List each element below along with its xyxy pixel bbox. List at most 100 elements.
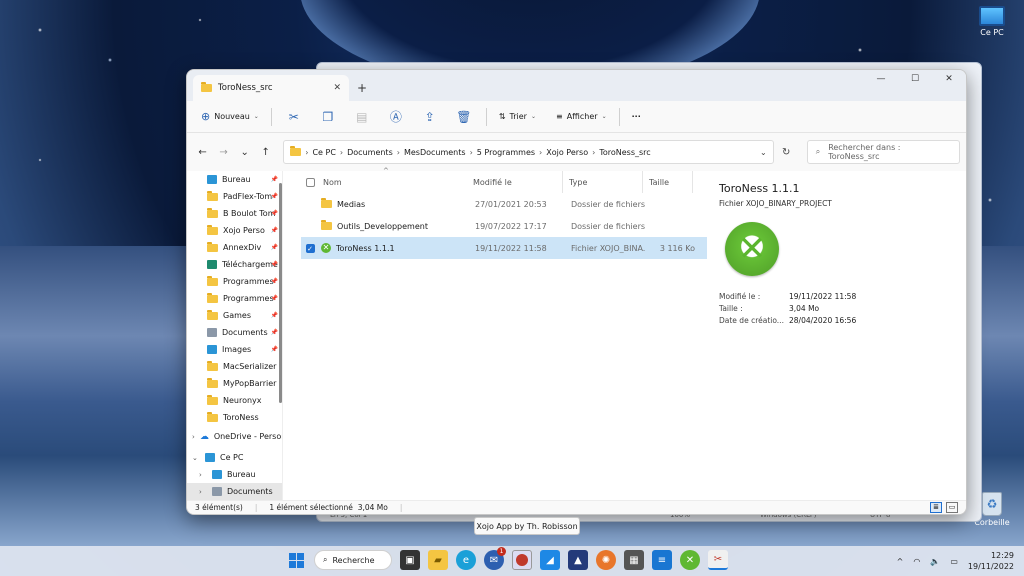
file-row[interactable]: Medias 27/01/2021 20:53 Dossier de fichier…: [301, 193, 707, 215]
xojo-app-icon[interactable]: [512, 550, 532, 570]
breadcrumb-item[interactable]: Xojo Perso: [546, 148, 588, 157]
new-tab-button[interactable]: +: [349, 75, 375, 101]
tab-toroness-src[interactable]: ToroNess_src ✕: [193, 75, 349, 101]
search-icon: ⌕: [815, 147, 821, 156]
share-button[interactable]: ⇪: [414, 105, 446, 129]
photos-icon[interactable]: ◢: [540, 550, 560, 570]
row-checkbox[interactable]: ✓: [301, 243, 319, 253]
tab-title: ToroNess_src: [218, 83, 273, 93]
breadcrumb-item[interactable]: Documents: [347, 148, 393, 157]
sidebar-item[interactable]: B Boulot Tom 📌: [187, 205, 282, 222]
maximize-button[interactable]: ☐: [898, 70, 932, 88]
chevron-up-icon[interactable]: ^: [897, 557, 904, 566]
file-explorer-icon[interactable]: ▰: [428, 550, 448, 570]
sidebar-item[interactable]: MyPopBarrier: [187, 375, 282, 392]
speaker-icon[interactable]: 🔈: [930, 557, 940, 566]
presentation-icon[interactable]: ▲: [568, 550, 588, 570]
up-button[interactable]: ↑: [256, 142, 275, 162]
taskbar: ⌕ Recherche ▣ ▰ e ✉ 1 ◢ ▲ ✺ ▦ ≡ ✕ ✂ ^ ◠ 🔈…: [0, 546, 1024, 576]
thunderbird-icon[interactable]: ✉ 1: [484, 547, 506, 570]
edge-icon[interactable]: e: [456, 550, 476, 570]
paste-button[interactable]: ▤: [346, 105, 378, 129]
address-bar[interactable]: › Ce PC › Documents › MesDocuments › 5 P…: [283, 140, 774, 164]
sidebar-item[interactable]: Games 📌: [187, 307, 282, 324]
clock[interactable]: 12:29 19/11/2022: [968, 550, 1014, 572]
forward-button[interactable]: →: [214, 142, 233, 162]
rename-button[interactable]: Ⓐ: [380, 105, 412, 129]
breadcrumb-item[interactable]: 5 Programmes: [477, 148, 535, 157]
start-button[interactable]: [286, 550, 306, 570]
file-type: Fichier XOJO_BINA...: [571, 243, 645, 253]
sidebar-item[interactable]: PadFlex-Tom 📌: [187, 188, 282, 205]
breadcrumb-item[interactable]: ToroNess_src: [599, 148, 650, 157]
notepad-icon[interactable]: ≡: [652, 550, 672, 570]
column-header-name[interactable]: Nom: [319, 178, 342, 187]
sidebar-item[interactable]: › Bureau: [187, 466, 282, 483]
breadcrumb-item[interactable]: Ce PC: [312, 148, 335, 157]
sidebar-item[interactable]: Xojo Perso 📌: [187, 222, 282, 239]
sidebar-item[interactable]: Téléchargeme 📌: [187, 256, 282, 273]
sidebar-item[interactable]: Bureau 📌: [187, 171, 282, 188]
sidebar-scrollbar[interactable]: [279, 183, 282, 403]
sidebar-item-label: Neuronyx: [223, 396, 262, 405]
details-view-button[interactable]: ≣: [930, 502, 942, 513]
sidebar-item[interactable]: AnnexDiv 📌: [187, 239, 282, 256]
delete-button[interactable]: 🗑: [448, 105, 480, 129]
back-button[interactable]: ←: [193, 142, 212, 162]
xojo-icon[interactable]: ✕: [680, 550, 700, 570]
refresh-button[interactable]: ↻: [776, 141, 797, 163]
recent-locations-button[interactable]: ⌄: [235, 142, 254, 162]
file-row[interactable]: ✓ ✕ ToroNess 1.1.1 19/11/2022 11:58 Fichier …: [301, 237, 707, 259]
sidebar-item[interactable]: › Documents: [187, 483, 282, 500]
rename-icon: Ⓐ: [389, 110, 402, 124]
tiles-view-button[interactable]: ▭: [946, 502, 958, 513]
sidebar-item[interactable]: Documents 📌: [187, 324, 282, 341]
cut-button[interactable]: ✂: [278, 105, 310, 129]
select-all-checkbox[interactable]: [301, 177, 319, 187]
view-button[interactable]: ≡ Afficher ⌄: [550, 105, 613, 129]
sidebar-item-label: OneDrive - Person: [213, 432, 282, 441]
pin-icon: 📌: [270, 193, 278, 200]
minimize-button[interactable]: —: [864, 70, 898, 88]
sidebar-item[interactable]: MacSerializer: [187, 358, 282, 375]
taskbar-search[interactable]: ⌕ Recherche: [314, 550, 392, 570]
sidebar-item[interactable]: Programmes 📌: [187, 290, 282, 307]
column-header-type[interactable]: Type: [563, 171, 643, 193]
sidebar-item[interactable]: Neuronyx: [187, 392, 282, 409]
close-button[interactable]: ✕: [932, 70, 966, 88]
copy-button[interactable]: ❐: [312, 105, 344, 129]
terminal-icon[interactable]: ▦: [624, 550, 644, 570]
breadcrumb-item[interactable]: MesDocuments: [404, 148, 466, 157]
column-header-size[interactable]: Taille: [643, 171, 693, 193]
details-subtitle: Fichier XOJO_BINARY_PROJECT: [719, 199, 832, 208]
arrow-up-icon: ↑: [261, 146, 270, 158]
new-button[interactable]: ⊕ Nouveau ⌄: [195, 105, 265, 129]
desktop-icon-this-pc[interactable]: Ce PC: [967, 6, 1017, 37]
address-dropdown-button[interactable]: ⌄: [760, 148, 767, 157]
sort-button[interactable]: ⇅ Trier ⌄: [493, 105, 542, 129]
media-player-icon[interactable]: ✺: [596, 550, 616, 570]
sidebar-item[interactable]: ToroNess: [187, 409, 282, 426]
sidebar-item[interactable]: Images 📌: [187, 341, 282, 358]
search-box[interactable]: ⌕ Rechercher dans : ToroNess_src: [806, 140, 961, 164]
close-tab-icon[interactable]: ✕: [333, 83, 341, 93]
folder-icon: [207, 207, 218, 218]
snipping-tool-icon[interactable]: ✂: [708, 550, 728, 570]
more-options-button[interactable]: ···: [626, 105, 647, 129]
file-modified: 27/01/2021 20:53: [475, 199, 547, 209]
pin-icon: 📌: [270, 312, 278, 319]
sidebar-item[interactable]: Programmes 📌: [187, 273, 282, 290]
chevron-right-icon: ›: [396, 147, 400, 157]
file-row[interactable]: Outils_Developpement 19/07/2022 17:17 Doss…: [301, 215, 707, 237]
wifi-icon[interactable]: ◠: [913, 557, 920, 566]
scissors-icon: ✂: [288, 109, 299, 124]
sidebar-item-this-pc[interactable]: ⌄ Ce PC: [187, 449, 282, 466]
column-header-modified[interactable]: Modifié le: [467, 171, 563, 193]
task-view-icon[interactable]: ▣: [400, 550, 420, 570]
sidebar-item-label: Documents: [222, 328, 268, 337]
chevron-right-icon: ›: [199, 487, 202, 496]
pin-icon: 📌: [270, 176, 278, 183]
search-icon: ⌕: [323, 555, 328, 564]
sidebar-item-onedrive[interactable]: › ☁ OneDrive - Person: [187, 428, 282, 445]
battery-icon[interactable]: ▭: [950, 557, 958, 566]
